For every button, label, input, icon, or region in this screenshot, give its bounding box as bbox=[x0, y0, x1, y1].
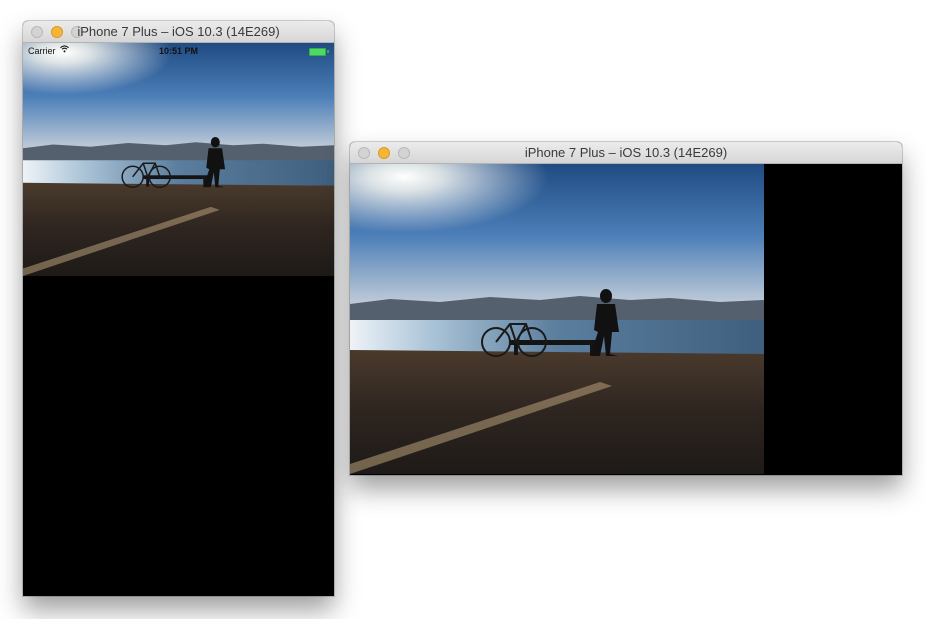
ios-status-bar: Carrier 10:51 PM bbox=[23, 43, 334, 59]
battery-icon bbox=[309, 48, 326, 56]
simulator-window-portrait: iPhone 7 Plus – iOS 10.3 (14E269) Carrie… bbox=[23, 21, 334, 596]
photo-image bbox=[350, 164, 764, 474]
status-time: 10:51 PM bbox=[158, 46, 199, 56]
device-screen[interactable] bbox=[350, 164, 902, 475]
simulator-window-landscape: iPhone 7 Plus – iOS 10.3 (14E269) bbox=[350, 142, 902, 475]
battery-tip bbox=[327, 50, 329, 53]
window-title: iPhone 7 Plus – iOS 10.3 (14E269) bbox=[77, 24, 280, 39]
window-titlebar[interactable]: iPhone 7 Plus – iOS 10.3 (14E269) bbox=[23, 21, 334, 43]
window-titlebar[interactable]: iPhone 7 Plus – iOS 10.3 (14E269) bbox=[350, 142, 902, 164]
photo-image bbox=[23, 43, 334, 276]
window-title: iPhone 7 Plus – iOS 10.3 (14E269) bbox=[524, 145, 728, 160]
device-screen[interactable]: Carrier 10:51 PM bbox=[23, 43, 334, 596]
